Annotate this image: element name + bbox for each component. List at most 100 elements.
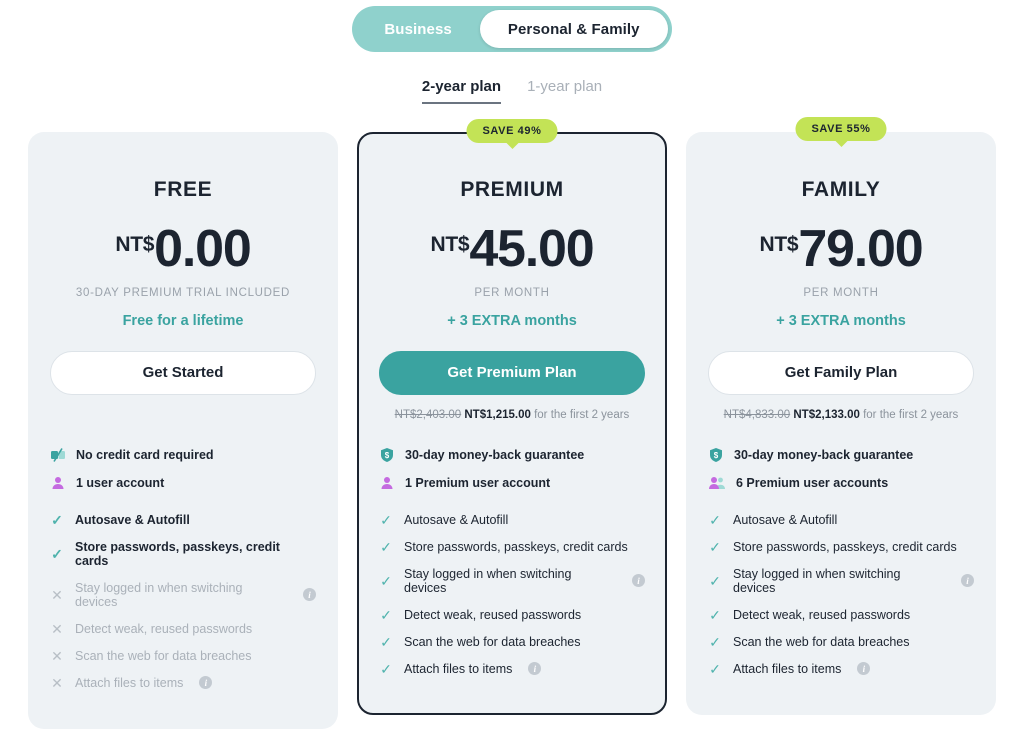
feature-label: Attach files to items bbox=[75, 675, 184, 690]
promo-text-premium: + 3 EXTRA months bbox=[447, 312, 577, 329]
audience-toggle-option-business[interactable]: Business bbox=[356, 10, 480, 48]
perk-list-family: $30-day money-back guarantee 6 Premium us… bbox=[708, 447, 974, 491]
perk-item: 1 Premium user account bbox=[379, 475, 645, 491]
check-icon: ✓ bbox=[380, 606, 392, 623]
feature-label: Attach files to items bbox=[733, 661, 842, 676]
save-badge-premium: SAVE 49% bbox=[466, 119, 558, 143]
perk-label: 6 Premium user accounts bbox=[736, 475, 889, 490]
feature-list-family: ✓ Autosave & Autofill ✓ Store passwords, pa… bbox=[708, 513, 974, 676]
check-icon: ✓ bbox=[709, 606, 721, 623]
feature-label: Stay logged in when switching devices bbox=[75, 580, 243, 609]
term-tab-2-year[interactable]: 2-year plan bbox=[421, 78, 502, 104]
cta-button-premium[interactable]: Get Premium Plan bbox=[379, 350, 645, 395]
money-back-guarantee-icon: $ bbox=[379, 447, 395, 463]
term-tabs: 2-year plan 1-year plan bbox=[0, 78, 1024, 104]
info-icon[interactable]: i bbox=[632, 574, 645, 588]
info-icon[interactable]: i bbox=[528, 662, 542, 676]
feature-item: ✓ Detect weak, reused passwords bbox=[708, 608, 974, 622]
feature-label: Attach files to items bbox=[404, 661, 513, 676]
perk-item: $30-day money-back guarantee bbox=[708, 447, 974, 463]
price-amount: 0.00 bbox=[154, 220, 252, 278]
check-icon: ✓ bbox=[51, 545, 63, 562]
feature-item: ✕ Scan the web for data breaches bbox=[50, 649, 316, 663]
pricing-cards: FREE NT$ 0.00 30-DAY PREMIUM TRIAL INCLUDED… bbox=[0, 117, 1024, 729]
svg-text:$: $ bbox=[385, 451, 390, 460]
total-old-price: NT$2,403.00 bbox=[394, 408, 462, 421]
price-currency: NT$ bbox=[115, 233, 155, 256]
feature-item: ✓ Detect weak, reused passwords bbox=[379, 608, 645, 622]
term-tab-1-year[interactable]: 1-year plan bbox=[527, 78, 602, 104]
single-user-icon bbox=[379, 475, 395, 491]
audience-toggle[interactable]: Business Personal & Family bbox=[352, 6, 672, 52]
perk-list-free: No credit card required 1 user account bbox=[50, 447, 316, 491]
info-icon[interactable]: i bbox=[199, 676, 213, 690]
price-amount: 79.00 bbox=[798, 220, 923, 278]
check-icon: ✓ bbox=[709, 538, 721, 555]
perk-item: 1 user account bbox=[50, 475, 316, 491]
price-period-family: PER MONTH bbox=[803, 286, 879, 299]
cross-icon: ✕ bbox=[51, 674, 63, 691]
audience-toggle-option-personal-family[interactable]: Personal & Family bbox=[479, 10, 668, 48]
feature-label: Store passwords, passkeys, credit cards bbox=[75, 539, 280, 568]
feature-label: Autosave & Autofill bbox=[404, 512, 509, 527]
feature-item: ✓ Autosave & Autofill bbox=[50, 513, 316, 527]
total-price-line-premium: NT$2,403.00 NT$1,215.00 for the first 2 … bbox=[379, 409, 645, 423]
price-premium: NT$ 45.00 bbox=[379, 223, 645, 275]
check-icon: ✓ bbox=[51, 511, 63, 528]
price-period-free: 30-DAY PREMIUM TRIAL INCLUDED bbox=[75, 286, 291, 299]
total-price-line-family: NT$4,833.00 NT$2,133.00 for the first 2 … bbox=[708, 409, 974, 423]
total-new-price: NT$1,215.00 bbox=[464, 408, 531, 421]
feature-label: Scan the web for data breaches bbox=[75, 648, 252, 663]
info-icon[interactable]: i bbox=[961, 574, 974, 588]
total-new-price: NT$2,133.00 bbox=[793, 408, 860, 421]
check-icon: ✓ bbox=[709, 511, 721, 528]
price-currency: NT$ bbox=[759, 233, 799, 256]
feature-list-premium: ✓ Autosave & Autofill ✓ Store passwords, pa… bbox=[379, 513, 645, 676]
check-icon: ✓ bbox=[380, 538, 392, 555]
check-icon: ✓ bbox=[709, 633, 721, 650]
promo-text-family: + 3 EXTRA months bbox=[776, 312, 906, 329]
feature-label: Stay logged in when switching devices bbox=[733, 566, 901, 595]
plan-name-free: FREE bbox=[153, 178, 213, 201]
perk-label: 1 Premium user account bbox=[405, 475, 551, 490]
check-icon: ✓ bbox=[380, 633, 392, 650]
single-user-icon bbox=[50, 475, 66, 491]
perk-label: No credit card required bbox=[76, 447, 214, 462]
check-icon: ✓ bbox=[380, 511, 392, 528]
audience-toggle-container: Business Personal & Family bbox=[0, 0, 1024, 52]
perk-label: 1 user account bbox=[76, 475, 165, 490]
feature-label: Detect weak, reused passwords bbox=[404, 607, 582, 622]
promo-text-free: Free for a lifetime bbox=[122, 312, 244, 329]
cross-icon: ✕ bbox=[51, 586, 63, 603]
check-icon: ✓ bbox=[380, 572, 392, 589]
feature-label: Stay logged in when switching devices bbox=[404, 566, 572, 595]
price-period-premium: PER MONTH bbox=[474, 286, 550, 299]
perk-label: 30-day money-back guarantee bbox=[734, 447, 914, 462]
feature-item: ✓ Store passwords, passkeys, credit cards bbox=[379, 540, 645, 554]
feature-label: Store passwords, passkeys, credit cards bbox=[404, 539, 628, 554]
feature-item: ✓ Attach files to items i bbox=[379, 662, 645, 676]
feature-item: ✓ Stay logged in when switching devices i bbox=[379, 567, 645, 595]
no-credit-card-icon bbox=[50, 447, 66, 463]
perk-label: 30-day money-back guarantee bbox=[405, 447, 585, 462]
feature-item: ✓ Stay logged in when switching devices i bbox=[708, 567, 974, 595]
total-suffix: for the first 2 years bbox=[863, 408, 959, 421]
cta-button-free[interactable]: Get Started bbox=[50, 350, 316, 395]
cross-icon: ✕ bbox=[51, 620, 63, 637]
price-family: NT$ 79.00 bbox=[708, 220, 974, 278]
check-icon: ✓ bbox=[709, 572, 721, 589]
multi-user-icon bbox=[708, 475, 726, 491]
feature-label: Autosave & Autofill bbox=[733, 512, 838, 527]
info-icon[interactable]: i bbox=[303, 588, 316, 602]
feature-label: Detect weak, reused passwords bbox=[75, 621, 253, 636]
feature-item: ✓ Autosave & Autofill bbox=[379, 513, 645, 527]
feature-item: ✓ Autosave & Autofill bbox=[708, 513, 974, 527]
feature-item: ✓ Store passwords, passkeys, credit cards bbox=[50, 540, 316, 568]
feature-label: Detect weak, reused passwords bbox=[733, 607, 911, 622]
cta-button-family[interactable]: Get Family Plan bbox=[708, 350, 974, 395]
pricing-card-family: SAVE 55% FAMILY NT$ 79.00 PER MONTH + 3 EXTRA… bbox=[686, 117, 996, 715]
feature-item: ✕ Attach files to items i bbox=[50, 676, 316, 690]
info-icon[interactable]: i bbox=[857, 662, 871, 676]
feature-item: ✓ Store passwords, passkeys, credit cards bbox=[708, 540, 974, 554]
plan-name-premium: PREMIUM bbox=[460, 178, 564, 201]
